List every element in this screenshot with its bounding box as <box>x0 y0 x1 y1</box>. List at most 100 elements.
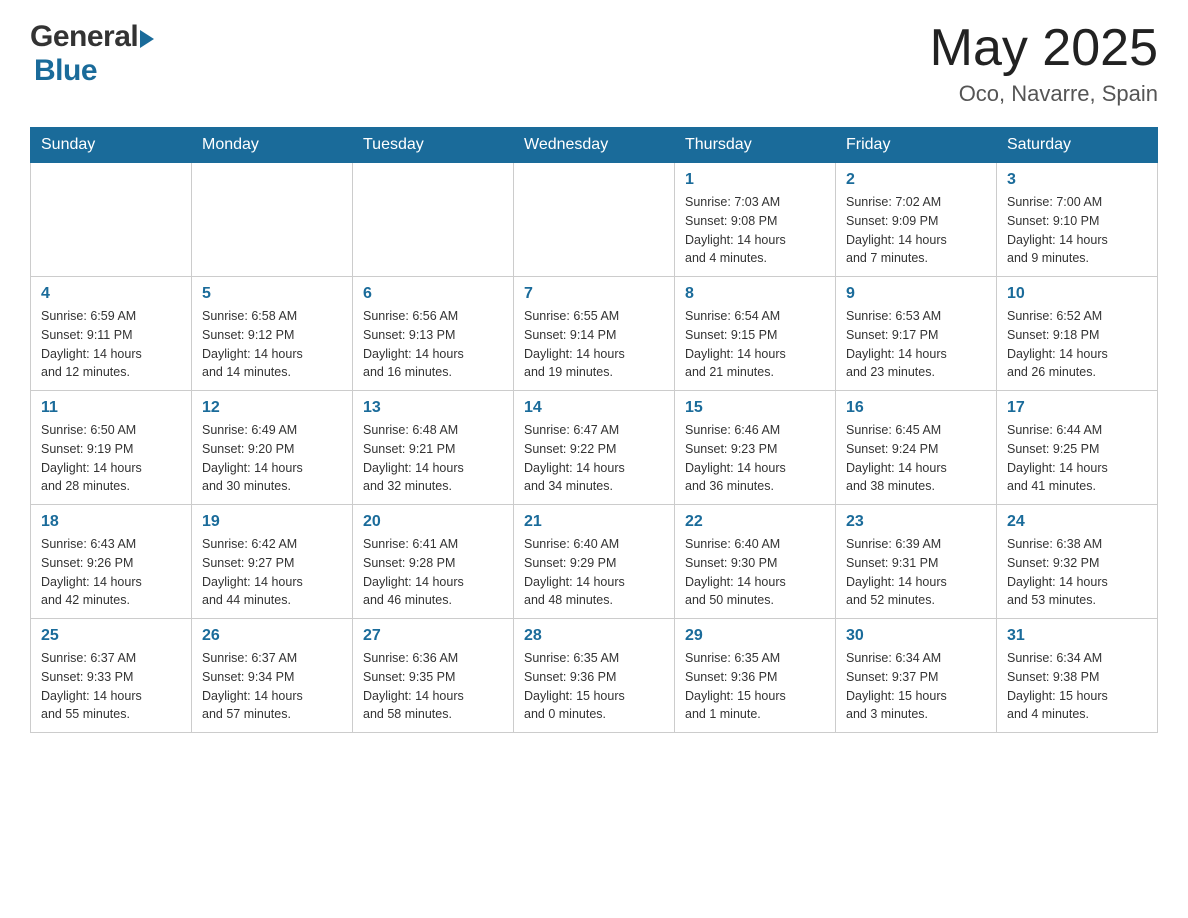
calendar-cell <box>192 163 353 277</box>
calendar-cell <box>514 163 675 277</box>
day-info: Sunrise: 6:35 AM Sunset: 9:36 PM Dayligh… <box>524 649 664 724</box>
day-number: 8 <box>685 285 825 303</box>
day-number: 22 <box>685 513 825 531</box>
calendar-cell: 9 Sunrise: 6:53 AM Sunset: 9:17 PM Daylig… <box>836 277 997 391</box>
day-number: 9 <box>846 285 986 303</box>
calendar-cell: 12Sunrise: 6:49 AM Sunset: 9:20 PM Dayli… <box>192 391 353 505</box>
day-number: 19 <box>202 513 342 531</box>
logo-triangle-icon <box>140 30 154 48</box>
day-info: Sunrise: 6:34 AM Sunset: 9:37 PM Dayligh… <box>846 649 986 724</box>
day-info: Sunrise: 7:03 AM Sunset: 9:08 PM Dayligh… <box>685 193 825 268</box>
calendar-cell: 14 Sunrise: 6:47 AM Sunset: 9:22 PM Dayli… <box>514 391 675 505</box>
day-number: 25 <box>41 627 181 645</box>
calendar-cell <box>31 163 192 277</box>
calendar-cell: 25 Sunrise: 6:37 AM Sunset: 9:33 PM Dayli… <box>31 619 192 733</box>
weekday-header-tuesday: Tuesday <box>353 128 514 163</box>
calendar-cell: 30Sunrise: 6:34 AM Sunset: 9:37 PM Dayli… <box>836 619 997 733</box>
day-number: 12 <box>202 399 342 417</box>
calendar-cell <box>353 163 514 277</box>
logo-blue-text: Blue <box>34 54 97 88</box>
day-info: Sunrise: 6:44 AM Sunset: 9:25 PM Dayligh… <box>1007 421 1147 496</box>
day-info: Sunrise: 6:40 AM Sunset: 9:29 PM Dayligh… <box>524 535 664 610</box>
day-info: Sunrise: 6:48 AM Sunset: 9:21 PM Dayligh… <box>363 421 503 496</box>
weekday-header-friday: Friday <box>836 128 997 163</box>
calendar-cell: 29 Sunrise: 6:35 AM Sunset: 9:36 PM Dayli… <box>675 619 836 733</box>
logo: General Blue <box>30 20 154 88</box>
day-info: Sunrise: 6:53 AM Sunset: 9:17 PM Dayligh… <box>846 307 986 382</box>
day-number: 17 <box>1007 399 1147 417</box>
day-number: 10 <box>1007 285 1147 303</box>
day-info: Sunrise: 6:36 AM Sunset: 9:35 PM Dayligh… <box>363 649 503 724</box>
day-number: 28 <box>524 627 664 645</box>
day-number: 29 <box>685 627 825 645</box>
calendar-cell: 28 Sunrise: 6:35 AM Sunset: 9:36 PM Dayli… <box>514 619 675 733</box>
location-text: Oco, Navarre, Spain <box>930 81 1158 107</box>
day-number: 14 <box>524 399 664 417</box>
day-number: 2 <box>846 171 986 189</box>
calendar-cell: 22 Sunrise: 6:40 AM Sunset: 9:30 PM Dayli… <box>675 505 836 619</box>
logo-general-text: General <box>30 20 138 54</box>
day-number: 18 <box>41 513 181 531</box>
day-info: Sunrise: 6:35 AM Sunset: 9:36 PM Dayligh… <box>685 649 825 724</box>
day-info: Sunrise: 6:50 AM Sunset: 9:19 PM Dayligh… <box>41 421 181 496</box>
day-info: Sunrise: 6:41 AM Sunset: 9:28 PM Dayligh… <box>363 535 503 610</box>
day-info: Sunrise: 7:00 AM Sunset: 9:10 PM Dayligh… <box>1007 193 1147 268</box>
day-info: Sunrise: 6:40 AM Sunset: 9:30 PM Dayligh… <box>685 535 825 610</box>
calendar-cell: 8 Sunrise: 6:54 AM Sunset: 9:15 PM Daylig… <box>675 277 836 391</box>
title-section: May 2025 Oco, Navarre, Spain <box>930 20 1158 107</box>
calendar-week-4: 18 Sunrise: 6:43 AM Sunset: 9:26 PM Dayli… <box>31 505 1158 619</box>
weekday-header-row: SundayMondayTuesdayWednesdayThursdayFrid… <box>31 128 1158 163</box>
day-info: Sunrise: 6:45 AM Sunset: 9:24 PM Dayligh… <box>846 421 986 496</box>
day-number: 23 <box>846 513 986 531</box>
calendar-week-3: 11 Sunrise: 6:50 AM Sunset: 9:19 PM Dayli… <box>31 391 1158 505</box>
day-info: Sunrise: 6:59 AM Sunset: 9:11 PM Dayligh… <box>41 307 181 382</box>
page-header: General Blue May 2025 Oco, Navarre, Spai… <box>30 20 1158 107</box>
day-number: 20 <box>363 513 503 531</box>
calendar-cell: 20 Sunrise: 6:41 AM Sunset: 9:28 PM Dayli… <box>353 505 514 619</box>
day-number: 4 <box>41 285 181 303</box>
calendar-cell: 23 Sunrise: 6:39 AM Sunset: 9:31 PM Dayli… <box>836 505 997 619</box>
day-number: 27 <box>363 627 503 645</box>
calendar-cell: 2Sunrise: 7:02 AM Sunset: 9:09 PM Daylig… <box>836 163 997 277</box>
calendar-cell: 17 Sunrise: 6:44 AM Sunset: 9:25 PM Dayli… <box>997 391 1158 505</box>
day-info: Sunrise: 6:46 AM Sunset: 9:23 PM Dayligh… <box>685 421 825 496</box>
weekday-header-wednesday: Wednesday <box>514 128 675 163</box>
calendar-cell: 27 Sunrise: 6:36 AM Sunset: 9:35 PM Dayli… <box>353 619 514 733</box>
day-info: Sunrise: 6:42 AM Sunset: 9:27 PM Dayligh… <box>202 535 342 610</box>
day-info: Sunrise: 6:47 AM Sunset: 9:22 PM Dayligh… <box>524 421 664 496</box>
day-number: 5 <box>202 285 342 303</box>
day-info: Sunrise: 6:37 AM Sunset: 9:34 PM Dayligh… <box>202 649 342 724</box>
day-info: Sunrise: 6:55 AM Sunset: 9:14 PM Dayligh… <box>524 307 664 382</box>
calendar-week-5: 25 Sunrise: 6:37 AM Sunset: 9:33 PM Dayli… <box>31 619 1158 733</box>
day-number: 13 <box>363 399 503 417</box>
day-info: Sunrise: 6:43 AM Sunset: 9:26 PM Dayligh… <box>41 535 181 610</box>
calendar-cell: 24Sunrise: 6:38 AM Sunset: 9:32 PM Dayli… <box>997 505 1158 619</box>
day-info: Sunrise: 6:54 AM Sunset: 9:15 PM Dayligh… <box>685 307 825 382</box>
calendar-cell: 4 Sunrise: 6:59 AM Sunset: 9:11 PM Daylig… <box>31 277 192 391</box>
day-number: 7 <box>524 285 664 303</box>
calendar-week-1: 1 Sunrise: 7:03 AM Sunset: 9:08 PM Daylig… <box>31 163 1158 277</box>
calendar-table: SundayMondayTuesdayWednesdayThursdayFrid… <box>30 127 1158 733</box>
calendar-week-2: 4 Sunrise: 6:59 AM Sunset: 9:11 PM Daylig… <box>31 277 1158 391</box>
day-number: 15 <box>685 399 825 417</box>
calendar-cell: 1 Sunrise: 7:03 AM Sunset: 9:08 PM Daylig… <box>675 163 836 277</box>
day-number: 16 <box>846 399 986 417</box>
calendar-cell: 13 Sunrise: 6:48 AM Sunset: 9:21 PM Dayli… <box>353 391 514 505</box>
weekday-header-thursday: Thursday <box>675 128 836 163</box>
day-number: 21 <box>524 513 664 531</box>
calendar-cell: 15 Sunrise: 6:46 AM Sunset: 9:23 PM Dayli… <box>675 391 836 505</box>
day-number: 3 <box>1007 171 1147 189</box>
calendar-cell: 19 Sunrise: 6:42 AM Sunset: 9:27 PM Dayli… <box>192 505 353 619</box>
day-info: Sunrise: 6:38 AM Sunset: 9:32 PM Dayligh… <box>1007 535 1147 610</box>
calendar-cell: 11 Sunrise: 6:50 AM Sunset: 9:19 PM Dayli… <box>31 391 192 505</box>
calendar-cell: 7 Sunrise: 6:55 AM Sunset: 9:14 PM Daylig… <box>514 277 675 391</box>
calendar-cell: 18 Sunrise: 6:43 AM Sunset: 9:26 PM Dayli… <box>31 505 192 619</box>
day-number: 11 <box>41 399 181 417</box>
day-info: Sunrise: 6:37 AM Sunset: 9:33 PM Dayligh… <box>41 649 181 724</box>
day-info: Sunrise: 6:56 AM Sunset: 9:13 PM Dayligh… <box>363 307 503 382</box>
month-title: May 2025 <box>930 20 1158 77</box>
day-number: 1 <box>685 171 825 189</box>
day-info: Sunrise: 6:34 AM Sunset: 9:38 PM Dayligh… <box>1007 649 1147 724</box>
day-info: Sunrise: 6:39 AM Sunset: 9:31 PM Dayligh… <box>846 535 986 610</box>
calendar-cell: 26Sunrise: 6:37 AM Sunset: 9:34 PM Dayli… <box>192 619 353 733</box>
